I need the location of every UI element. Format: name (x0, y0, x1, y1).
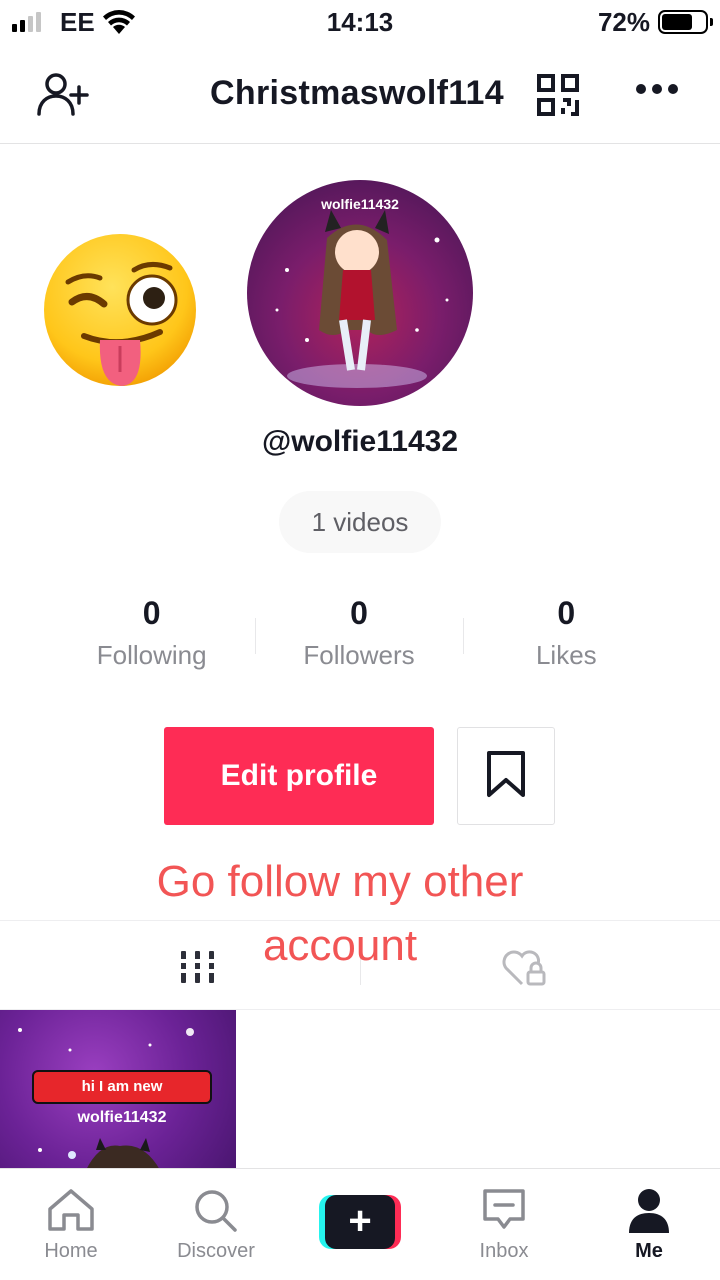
qr-code-icon[interactable] (536, 73, 580, 122)
nav-inbox[interactable]: Inbox (444, 1187, 564, 1263)
nav-label: Discover (177, 1240, 255, 1262)
battery-icon (658, 10, 713, 34)
caption-line-2: account (262, 921, 418, 970)
username: @wolfie11432 (261, 425, 459, 458)
nav-label: Home (44, 1240, 98, 1262)
nav-me[interactable]: Me (589, 1187, 709, 1263)
bookmark-icon (486, 750, 526, 803)
status-bar: EE 14:13 72% (0, 0, 720, 46)
nav-discover[interactable]: Discover (156, 1187, 276, 1263)
stat-value: 0 (350, 595, 368, 631)
inbox-icon (480, 1189, 528, 1237)
edit-profile-button[interactable]: Edit profile (164, 727, 434, 825)
video-caption-overlay: Go follow my other account (60, 850, 620, 978)
nav-label: Inbox (479, 1240, 529, 1262)
videos-count-badge: 1 videos (279, 491, 441, 553)
stat-label: Followers (303, 640, 415, 670)
more-options-icon[interactable] (636, 84, 678, 94)
create-video-button[interactable]: + (319, 1195, 401, 1249)
stat-label: Following (96, 640, 207, 670)
video-overlay-badge: hi I am new (32, 1070, 212, 1104)
avatar-overlay-text: wolfie11432 (321, 196, 399, 212)
favorites-button[interactable] (457, 727, 555, 825)
profile-header: Christmaswolf114 (0, 46, 720, 144)
home-icon (45, 1189, 97, 1237)
stat-value: 0 (557, 595, 576, 631)
create-icon: + (325, 1195, 395, 1249)
stat-following[interactable]: 0 Following (48, 590, 255, 690)
stat-followers[interactable]: 0 Followers (255, 590, 462, 690)
nav-home[interactable]: Home (11, 1187, 131, 1263)
video-overlay-username: wolfie11432 (77, 1109, 167, 1126)
profile-stats: 0 Following 0 Followers 0 Likes (48, 590, 670, 690)
stat-value: 0 (142, 595, 161, 631)
winking-tongue-emoji (42, 232, 198, 392)
bottom-navigation: Home Discover + Inbox Me (0, 1168, 720, 1280)
battery-percentage: 72% (597, 7, 650, 37)
stat-likes[interactable]: 0 Likes (462, 590, 670, 690)
stat-label: Likes (535, 640, 597, 670)
profile-icon (627, 1189, 671, 1237)
search-icon (192, 1190, 240, 1237)
caption-line-1: Go follow my other (156, 857, 524, 906)
video-thumbnail[interactable]: hi I am new wolfie11432 (0, 1010, 236, 1170)
page-title: Christmaswolf114 (210, 74, 504, 112)
avatar[interactable]: wolfie11432 (247, 180, 473, 406)
nav-label: Me (635, 1240, 663, 1262)
